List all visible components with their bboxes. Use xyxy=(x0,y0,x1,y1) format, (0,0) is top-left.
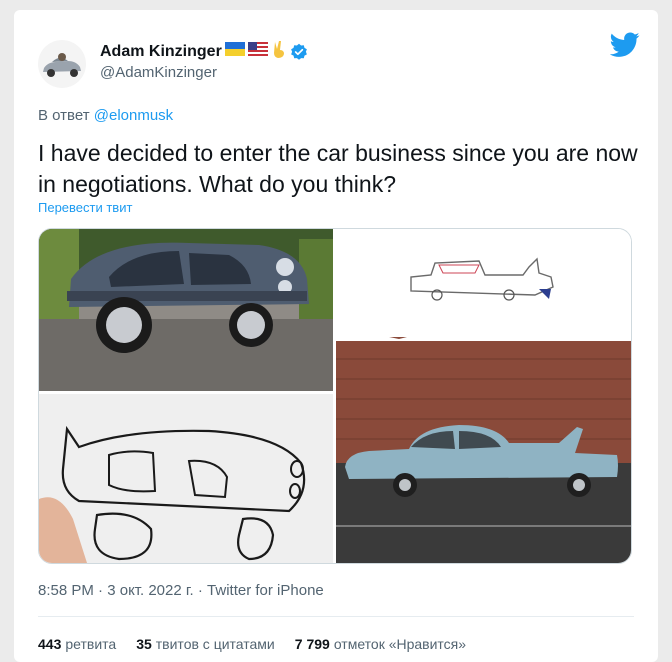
retweets-count: 443 xyxy=(38,636,62,652)
author-name-row[interactable]: Adam Kinzinger xyxy=(100,40,308,63)
tweet-card: Adam Kinzinger @AdamKinzinger В ответ @e… xyxy=(14,10,658,662)
verified-badge-icon xyxy=(290,43,308,61)
twitter-bird-icon[interactable] xyxy=(609,32,640,58)
quotes-label: твитов с цитатами xyxy=(155,636,275,652)
media-photo-car-driveway[interactable] xyxy=(39,229,333,391)
translate-tweet-link[interactable]: Перевести твит xyxy=(38,200,132,215)
us-flag-icon xyxy=(247,42,268,61)
quotes-count: 35 xyxy=(136,636,152,652)
quotes-stat[interactable]: 35 твитов с цитатами xyxy=(136,636,275,652)
retweets-stat[interactable]: 443 ретвита xyxy=(38,636,116,652)
reply-mention-link[interactable]: @elonmusk xyxy=(94,107,173,124)
media-photo-hand-drawing[interactable] xyxy=(39,394,333,563)
media-photo-drawing-car-street[interactable] xyxy=(336,229,631,563)
likes-count: 7 799 xyxy=(294,636,330,652)
tweet-time[interactable]: 8:58 PM xyxy=(38,582,94,599)
meta-separator: · xyxy=(197,582,208,599)
avatar[interactable] xyxy=(38,40,86,88)
victory-hand-icon xyxy=(271,40,287,63)
tweet-stats: 443 ретвита 35 твитов с цитатами 7 799 отме… xyxy=(38,636,466,652)
tweet-date[interactable]: 3 окт. 2022 г. xyxy=(107,582,193,599)
author-handle[interactable]: @AdamKinzinger xyxy=(100,64,217,81)
retweets-label: ретвита xyxy=(65,636,117,652)
media-grid xyxy=(38,228,632,564)
tweet-source[interactable]: Twitter for iPhone xyxy=(207,582,324,599)
reply-prefix: В ответ xyxy=(38,107,90,124)
author-display-name[interactable]: Adam Kinzinger xyxy=(100,43,222,61)
tweet-text: I have decided to enter the car business… xyxy=(38,140,638,197)
stats-divider xyxy=(38,616,634,617)
tweet-meta: 8:58 PM · 3 окт. 2022 г. · Twitter for i… xyxy=(38,582,324,599)
likes-stat[interactable]: 7 799 отметок «Нравится» xyxy=(295,636,466,652)
likes-label: отметок «Нравится» xyxy=(333,636,467,652)
ukraine-flag-icon xyxy=(224,42,245,61)
reply-context: В ответ @elonmusk xyxy=(38,107,173,124)
meta-separator: · xyxy=(98,582,108,599)
